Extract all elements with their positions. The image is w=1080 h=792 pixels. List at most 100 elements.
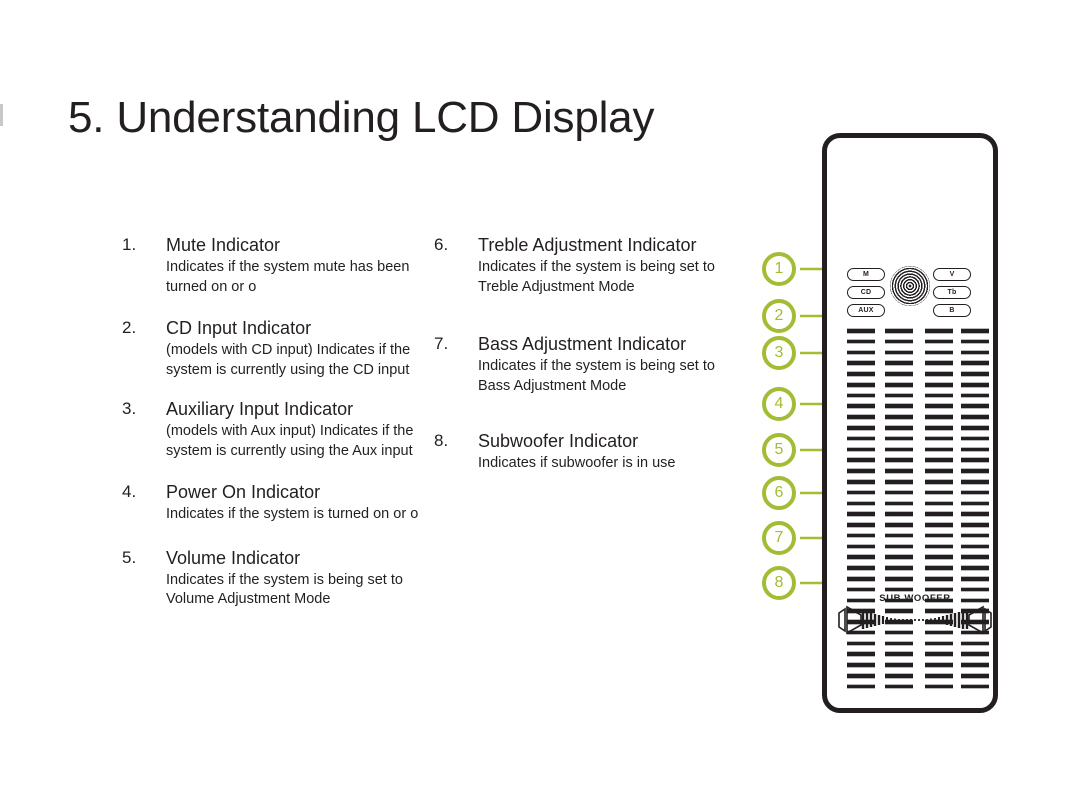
bar-segment	[925, 468, 953, 474]
bar-segment	[885, 435, 913, 442]
bar-segment	[961, 683, 989, 690]
bar-segment	[885, 500, 913, 507]
bar-segment	[847, 565, 875, 571]
item-description: Indicates if the system is turned on or …	[166, 506, 419, 522]
mute-indicator-badge: M	[847, 268, 885, 281]
item-description: (models with CD input) Indicates if the …	[166, 342, 411, 378]
subwoofer-indicator-graphic: SUB WOOFER	[837, 593, 993, 641]
bar-segment	[847, 532, 875, 539]
bar-segment	[885, 328, 913, 334]
bar-segment	[925, 532, 953, 539]
bar-segment	[961, 543, 989, 550]
bar-segment	[961, 446, 989, 453]
bar-segment	[847, 414, 875, 420]
bar-segment	[961, 478, 989, 485]
item-title: Mute Indicator	[166, 235, 281, 255]
item-title: Auxiliary Input Indicator	[166, 399, 354, 419]
bar-segment	[847, 435, 875, 442]
bar-segment	[961, 640, 989, 647]
bar-segment	[961, 532, 989, 539]
bar-segment	[885, 586, 913, 593]
bar-segment	[885, 565, 913, 571]
bar-segment	[847, 575, 875, 582]
bar-segment	[847, 425, 875, 431]
bar-segment	[961, 414, 989, 420]
bar-segment	[925, 478, 953, 485]
item-number: 7.	[434, 334, 449, 353]
bar-segment	[885, 683, 913, 690]
item-title: Power On Indicator	[166, 482, 321, 502]
subwoofer-wave-icon	[838, 605, 992, 635]
item-number: 1.	[122, 235, 137, 254]
left-edge-artifact	[0, 104, 3, 126]
callout-6[interactable]: 6	[762, 476, 796, 510]
subwoofer-label: SUB WOOFER	[879, 593, 951, 604]
item-title: Treble Adjustment Indicator	[478, 235, 697, 255]
item-description: (models with Aux input) Indicates if the…	[166, 423, 414, 459]
bar-segment	[961, 575, 989, 582]
bar-segment	[847, 489, 875, 496]
item-title: Volume Indicator	[166, 547, 301, 568]
bar-segment	[885, 349, 913, 356]
list-item: 5. Volume Indicator Indicates if the sys…	[122, 547, 452, 610]
bar-segment	[885, 414, 913, 420]
bar-segment	[925, 554, 953, 560]
bar-segment	[961, 522, 989, 528]
item-number: 2.	[122, 318, 137, 337]
bar-segment	[925, 651, 953, 658]
bar-segment	[925, 349, 953, 356]
bar-segment	[961, 489, 989, 496]
bar-segment	[961, 662, 989, 668]
bar-segment	[847, 478, 875, 485]
lcd-bar-graph	[841, 328, 989, 690]
item-number: 5.	[122, 547, 137, 567]
bar-segment	[847, 651, 875, 658]
bar-segment	[847, 522, 875, 528]
bar-segment	[925, 338, 953, 345]
callout-4[interactable]: 4	[762, 387, 796, 421]
bar-segment	[847, 457, 875, 463]
bar-segment	[925, 403, 953, 410]
bar-segment	[925, 392, 953, 399]
bar-segment	[925, 371, 953, 377]
bar-segment	[925, 381, 953, 388]
bar-segment	[925, 500, 953, 507]
bar-segment	[885, 446, 913, 453]
bar-segment	[885, 403, 913, 410]
bar-segment	[847, 371, 875, 377]
bar-segment	[925, 489, 953, 496]
bar-segment	[885, 457, 913, 463]
bar-segment	[847, 673, 875, 679]
bar-segment	[961, 328, 989, 334]
bar-segment	[925, 446, 953, 453]
bar-segment	[925, 565, 953, 571]
callout-3[interactable]: 3	[762, 336, 796, 370]
callout-1[interactable]: 1	[762, 252, 796, 286]
bar-segment	[961, 511, 989, 517]
callout-5[interactable]: 5	[762, 433, 796, 467]
bar-segment	[847, 360, 875, 366]
callout-8[interactable]: 8	[762, 566, 796, 600]
bar-segment	[847, 511, 875, 517]
bar-segment	[961, 457, 989, 463]
bar-segment	[847, 640, 875, 647]
bar-segment	[961, 554, 989, 560]
list-item: 8. Subwoofer Indicator Indicates if subw…	[434, 430, 734, 474]
bar-segment	[925, 543, 953, 550]
bar-segment	[847, 349, 875, 356]
item-description: Indicates if the system is being set to …	[478, 358, 715, 394]
bar-segment	[885, 522, 913, 528]
bar-segment	[885, 371, 913, 377]
list-item: 3. Auxiliary Input Indicator (models wit…	[122, 398, 452, 461]
callout-2[interactable]: 2	[762, 299, 796, 333]
item-title: CD Input Indicator	[166, 318, 312, 338]
bar-segment	[925, 414, 953, 420]
item-number: 8.	[434, 431, 449, 450]
bar-segment	[885, 468, 913, 474]
bar-segment	[847, 403, 875, 410]
bar-segment	[961, 500, 989, 507]
bar-segment	[847, 586, 875, 593]
item-number: 6.	[434, 235, 449, 254]
callout-7[interactable]: 7	[762, 521, 796, 555]
list-item: 2. CD Input Indicator (models with CD in…	[122, 317, 452, 380]
